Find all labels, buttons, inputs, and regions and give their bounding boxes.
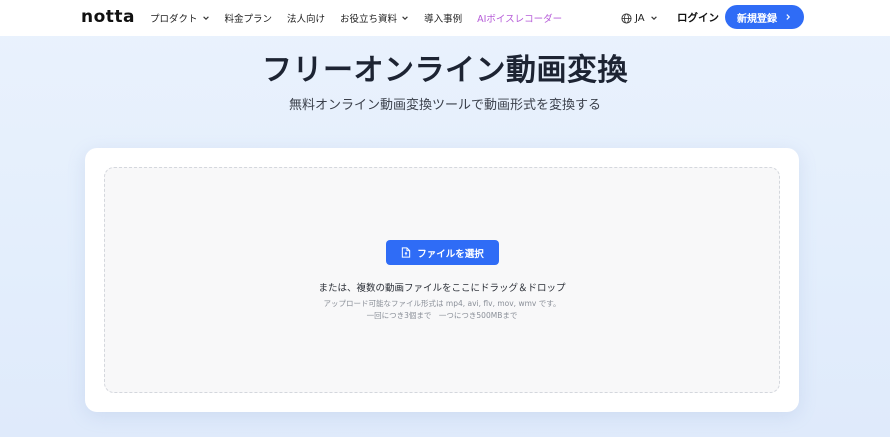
page-title: フリーオンライン動画変換 (262, 53, 628, 88)
chevron-down-icon (402, 16, 408, 20)
language-selector[interactable]: JA (621, 0, 658, 36)
notta-logo[interactable]: notta (81, 7, 135, 27)
nav-item-product[interactable]: プロダクト (150, 11, 210, 25)
nav-item-label: 料金プラン (224, 14, 273, 25)
nav-item-pricing[interactable]: 料金プラン (225, 11, 273, 25)
nav-item-label: 導入事例 (424, 14, 463, 25)
nav-item-cases[interactable]: 導入事例 (424, 11, 462, 25)
signup-label: 新規登録 (737, 13, 777, 25)
upload-limits-text: 一回につき3個まで 一つにつき500MBまで (366, 311, 518, 320)
page-subtitle: 無料オンライン動画変換ツールで動画形式を変換する (288, 98, 601, 113)
file-upload-icon (402, 247, 411, 258)
nav-item-label: プロダクト (150, 14, 198, 25)
nav-item-label: 法人向け (287, 14, 326, 25)
drag-drop-instruction: または、複数の動画ファイルをここにドラッグ＆ドロップ (318, 283, 566, 294)
upload-card: ファイルを選択 または、複数の動画ファイルをここにドラッグ＆ドロップ アップロー… (85, 148, 799, 412)
nav-item-ai-voice-recorder[interactable]: AIボイスレコーダー (477, 11, 562, 25)
nav-item-label: お役立ち資料 (340, 14, 398, 25)
top-navbar: notta プロダクト 料金プラン 法人向け お役立ち資料 導入事例 AIボイス… (0, 0, 890, 36)
nav-item-resources[interactable]: お役立ち資料 (340, 11, 409, 25)
select-file-button[interactable]: ファイルを選択 (386, 240, 499, 265)
file-dropzone[interactable]: ファイルを選択 または、複数の動画ファイルをここにドラッグ＆ドロップ アップロー… (104, 167, 780, 393)
chevron-down-icon (202, 16, 209, 20)
language-label: JA (635, 12, 645, 24)
supported-formats-text: アップロード可能なファイル形式は mp4, avi, flv, mov, wmv… (323, 299, 561, 308)
signup-button[interactable]: 新規登録 (725, 5, 804, 29)
globe-icon (621, 12, 632, 24)
chevron-down-icon (650, 16, 657, 20)
nav-item-business[interactable]: 法人向け (287, 11, 325, 25)
select-file-label: ファイルを選択 (417, 248, 484, 260)
chevron-right-icon (786, 14, 791, 20)
nav-item-label: AIボイスレコーダー (477, 14, 563, 25)
nav-menu: プロダクト 料金プラン 法人向け お役立ち資料 導入事例 AIボイスレコーダー (150, 0, 577, 36)
login-link[interactable]: ログイン (677, 0, 719, 36)
